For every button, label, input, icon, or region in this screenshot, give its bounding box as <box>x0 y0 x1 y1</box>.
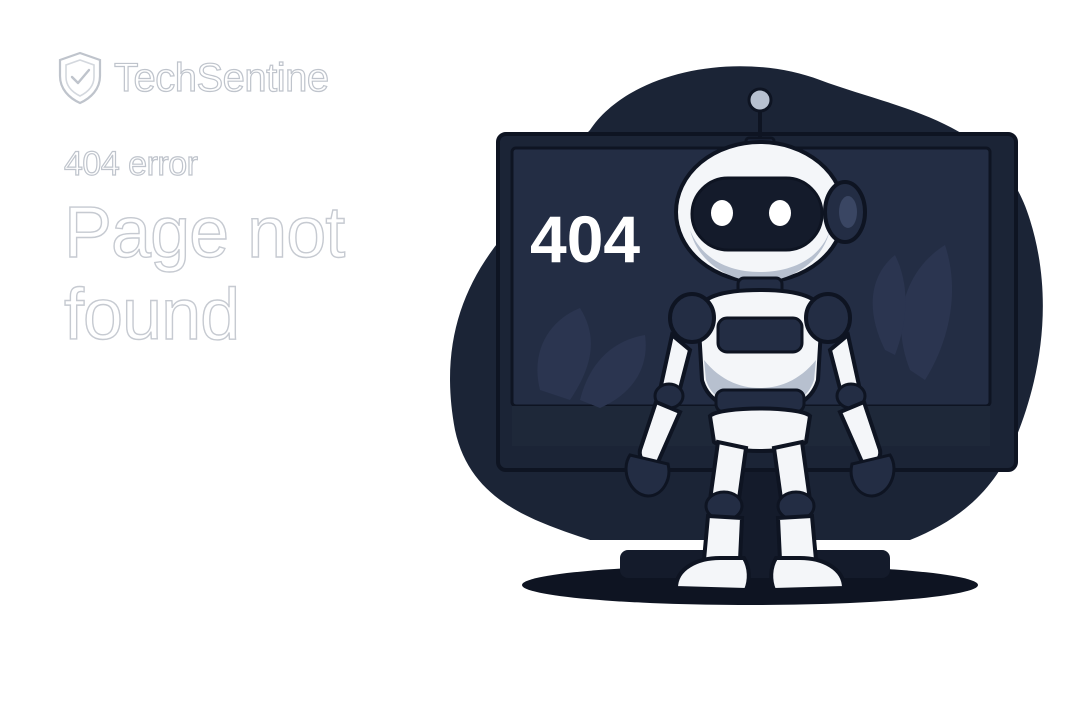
screen-404-text: 404 <box>530 202 640 276</box>
shield-check-icon <box>56 50 104 106</box>
error-code-label: 404 error <box>63 144 198 183</box>
page-title: Page not found <box>63 192 346 355</box>
brand[interactable]: TechSentine <box>56 48 436 108</box>
error-content: TechSentine 404 error Page not found <box>56 48 436 356</box>
brand-name: TechSentine <box>113 55 329 100</box>
robot-illustration: 404 <box>440 50 1060 630</box>
